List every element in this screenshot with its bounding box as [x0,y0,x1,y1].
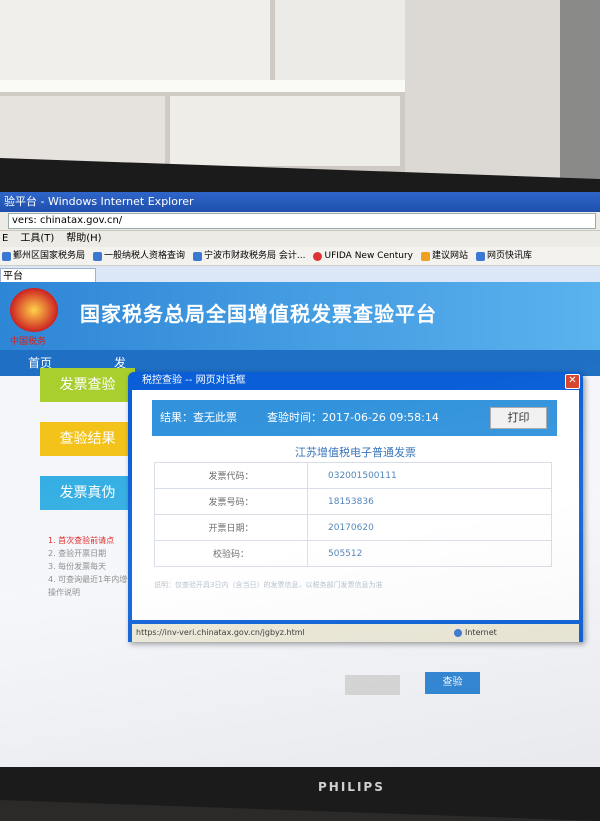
shelf [0,80,410,92]
cabinet [170,96,400,166]
table-row: 校验码： 505512 [154,540,552,567]
row-key: 开票日期： [154,514,308,541]
ie-page-icon [193,251,203,261]
row-key: 发票号码： [154,488,308,515]
dialog-status-bar: https://inv-veri.chinatax.gov.cn/jgbyz.h… [132,624,579,642]
invoice-table: 发票代码： 032001500111 发票号码： 18153836 开票日期： … [154,462,552,567]
cabinet [275,0,405,80]
row-key: 校验码： [154,540,308,567]
window-title: 验平台 - Windows Internet Explorer [0,192,600,212]
favorite-link[interactable]: 网页快讯库 [475,247,532,265]
dialog-title: 税控查验 -- 网页对话框 [142,375,246,386]
close-icon[interactable]: ✕ [565,374,580,389]
favorite-link[interactable]: 鄞州区国家税务局 [2,247,85,265]
favorite-link[interactable]: 宁波市财政税务局 会计... [193,247,305,265]
ie-page-icon [2,251,11,261]
table-row: 发票号码： 18153836 [154,488,552,515]
status-zone: Internet [454,624,497,642]
wall [405,0,565,190]
address-input[interactable]: vers: chinatax.gov.cn/ [8,213,596,229]
row-value: 505512 [307,540,552,567]
favorite-link[interactable]: 一般纳税人资格查询 [93,247,185,265]
row-value: 20170620 [307,514,552,541]
table-row: 开票日期： 20170620 [154,514,552,541]
site-banner: 中国税务 国家税务总局全国增值税发票查验平台 [0,282,600,350]
row-key: 发票代码： [154,462,308,489]
monitor-brand: PHILIPS [318,780,385,794]
favorite-link[interactable]: 建议网站 [420,247,468,265]
menu-item-edit[interactable]: E [2,231,8,247]
invoice-type: 江苏增值税电子普通发票 [295,446,416,459]
emblem-text: 中国税务 [10,337,47,347]
favorite-link[interactable]: UFIDA New Century [313,247,413,265]
menu-item-help[interactable]: 帮助(H) [66,231,101,247]
invoice-check-button[interactable]: 发票查验 [40,368,135,402]
menu-bar: E 工具(T) 帮助(H) [0,231,600,247]
row-value: 18153836 [307,488,552,515]
site-title: 国家税务总局全国增值税发票查验平台 [80,302,437,326]
favorites-bar: 鄞州区国家税务局 一般纳税人资格查询 宁波市财政税务局 会计... UFIDA … [0,247,600,266]
secondary-button[interactable] [345,675,400,695]
check-result-button[interactable]: 查验结果 [40,422,135,456]
dialog-body: 结果：查无此票 查验时间：2017-06-26 09:58:14 打印 江苏增值… [132,390,579,642]
cabinet [0,96,165,166]
suggested-sites-icon [420,251,430,261]
table-row: 发票代码： 032001500111 [154,462,552,489]
menu-item-tools[interactable]: 工具(T) [20,231,54,247]
ie-page-icon [93,251,103,261]
dialog-footnote: 说明：仅查验开具3日内（含当日）的发票信息，以税务部门发票信息为准 [154,581,383,589]
invoice-authenticity-button[interactable]: 发票真伪 [40,476,135,510]
check-time: 查验时间：2017-06-26 09:58:14 [267,411,439,424]
monitor-screen: 验平台 - Windows Internet Explorer vers: ch… [0,192,600,767]
cabinet [0,0,270,80]
confirm-button[interactable]: 查验 [425,672,480,694]
tax-emblem-icon [10,288,58,332]
verification-dialog: 税控查验 -- 网页对话框 ✕ 结果：查无此票 查验时间：2017-06-26 … [128,372,583,642]
print-button[interactable]: 打印 [490,407,547,429]
heart-icon [313,251,323,261]
web-slice-icon [475,251,485,261]
row-value: 032001500111 [307,462,552,489]
status-url: https://inv-veri.chinatax.gov.cn/jgbyz.h… [136,628,305,637]
metal-panel [560,0,600,190]
result-bar: 结果：查无此票 查验时间：2017-06-26 09:58:14 打印 [152,400,557,436]
result-label: 结果：查无此票 [160,411,237,424]
address-bar: vers: chinatax.gov.cn/ [0,212,600,231]
globe-icon [454,628,462,637]
